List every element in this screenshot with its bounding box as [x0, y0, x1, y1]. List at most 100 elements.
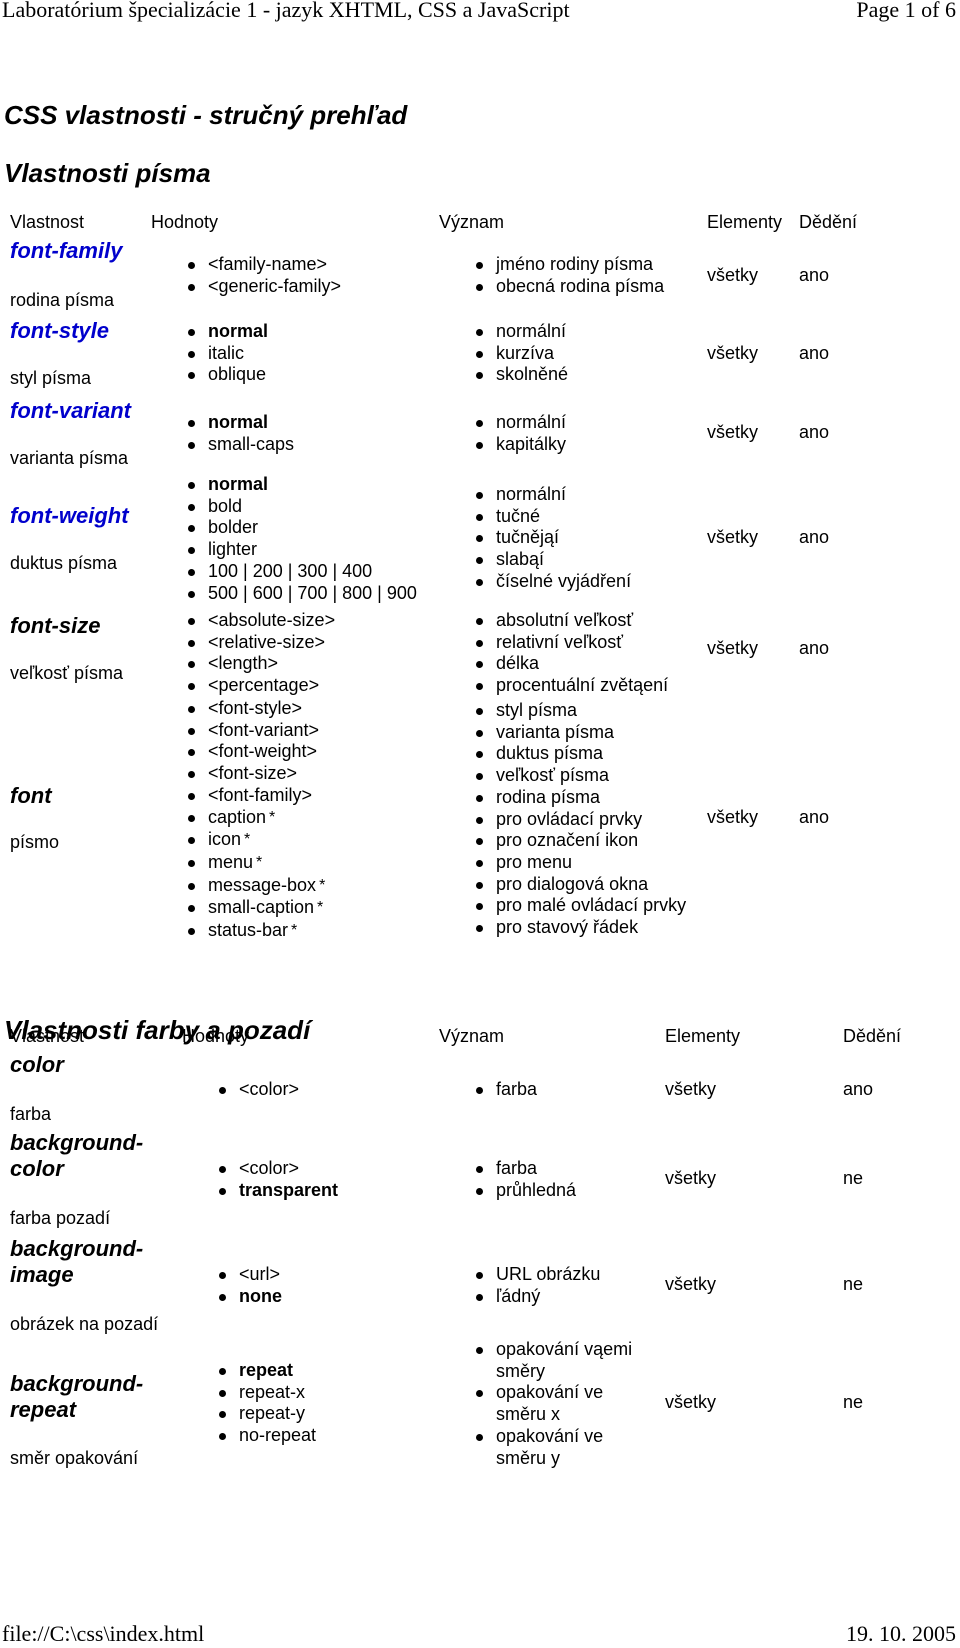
list-item: no-repeat: [213, 1425, 316, 1447]
inherit-value: ano: [799, 527, 830, 547]
inherit-value: ano: [843, 1079, 874, 1099]
property-link-font-variant[interactable]: font-variant: [10, 398, 131, 424]
print-footer: file://C:\css\index.html 19. 10. 2005: [2, 1622, 956, 1648]
list-item: <font-style>: [182, 698, 325, 720]
asterisk: *: [269, 808, 276, 826]
value-text: status-bar: [208, 920, 289, 941]
elements-value: všetky: [707, 638, 759, 658]
meanings-list: styl písma varianta písma duktus písma v…: [470, 700, 686, 939]
elements-value: všetky: [665, 1392, 717, 1412]
list-item: normální: [470, 412, 566, 434]
list-item: číselné vyjádření: [470, 571, 631, 593]
section-title-font: Vlastnosti písma: [4, 158, 211, 188]
list-item: repeat-y: [213, 1403, 316, 1425]
values-list: <family-name> <generic-family>: [182, 254, 341, 297]
property-line: color: [10, 1156, 64, 1181]
list-item: styl písma: [470, 700, 686, 722]
list-item: repeat: [213, 1360, 316, 1382]
inherit-value: ano: [799, 422, 830, 442]
list-item: relativní veľkosť: [470, 632, 668, 654]
asterisk: *: [319, 876, 326, 894]
property-background-color[interactable]: background- color: [10, 1130, 143, 1182]
column-header-meaning: Význam: [439, 1026, 505, 1046]
property-description: duktus písma: [10, 553, 118, 573]
asterisk: *: [256, 853, 263, 871]
list-item: <font-variant>: [182, 720, 325, 742]
list-item: pro stavový řádek: [470, 917, 686, 939]
list-item: jméno rodiny písma: [470, 254, 664, 276]
property-line: repeat: [10, 1397, 77, 1422]
list-item: kapitálky: [470, 434, 566, 456]
list-item: URL obrázku: [470, 1264, 600, 1286]
list-item: skolněné: [470, 364, 568, 386]
meanings-list: normální tučné tučnějąí slabąí číselné v…: [470, 484, 631, 593]
inherit-value: ano: [799, 638, 830, 658]
values-list: normal small-caps: [182, 412, 294, 455]
meanings-list: farba průhledná: [470, 1158, 576, 1201]
property-link-font-family[interactable]: font-family: [10, 238, 122, 264]
list-item: <color>: [213, 1158, 338, 1180]
values-list: normal italic oblique: [182, 321, 268, 386]
document-title: Laboratórium špecializácie 1 - jazyk XHT…: [2, 0, 570, 22]
list-item: opakování vąemi směry: [470, 1339, 632, 1382]
list-item: status-bar *: [182, 920, 325, 943]
list-item: oblique: [182, 364, 268, 386]
list-item: <percentage>: [182, 675, 335, 697]
list-item: tučné: [470, 506, 631, 528]
file-url: file://C:\css\index.html: [2, 1621, 205, 1646]
property-line: background-: [10, 1236, 144, 1261]
list-item: <font-family>: [182, 785, 325, 807]
list-item: icon *: [182, 829, 325, 852]
list-item: normální: [470, 321, 568, 343]
property-line: image: [10, 1262, 74, 1287]
elements-value: všetky: [707, 527, 759, 547]
default-value: none: [239, 1285, 282, 1306]
property-font-size[interactable]: font-size: [10, 613, 100, 639]
column-header-values: Hodnoty: [151, 212, 219, 232]
list-item: ľádný: [470, 1286, 600, 1308]
property-line: background-: [10, 1371, 144, 1396]
inherit-value: ano: [799, 807, 830, 827]
values-list: normal bold bolder lighter 100 | 200 | 3…: [182, 474, 417, 604]
list-item: průhledná: [470, 1180, 576, 1202]
property-link-font-weight[interactable]: font-weight: [10, 503, 129, 529]
asterisk: *: [244, 831, 251, 849]
list-item: pro malé ovládací prvky: [470, 895, 686, 917]
asterisk: *: [317, 899, 324, 917]
column-header-property: Vlastnost: [10, 212, 85, 232]
property-description: varianta písma: [10, 448, 129, 468]
list-item: <absolute-size>: [182, 610, 335, 632]
inherit-value: ne: [843, 1168, 864, 1188]
default-value: normal: [208, 321, 269, 341]
property-background-repeat[interactable]: background- repeat: [10, 1371, 143, 1423]
list-item: opakování ve směru x: [470, 1382, 632, 1425]
meanings-list: absolutní veľkosť relativní veľkosť délk…: [470, 610, 668, 697]
list-item: lighter: [182, 539, 417, 561]
inherit-value: ano: [799, 265, 830, 285]
page-number: Page 1 of 6: [856, 0, 956, 22]
print-date: 19. 10. 2005: [846, 1621, 956, 1646]
meaning-line: směru x: [496, 1404, 561, 1425]
elements-value: všetky: [665, 1168, 717, 1188]
property-link-font-style[interactable]: font-style: [10, 318, 109, 344]
property-font[interactable]: font: [10, 783, 52, 809]
property-line: background-: [10, 1130, 144, 1155]
list-item: bold: [182, 496, 417, 518]
values-list: <url> none: [213, 1264, 282, 1307]
list-item: pro dialogová okna: [470, 874, 686, 896]
column-header-values: Hodnoty: [182, 1026, 250, 1046]
list-item: farba: [470, 1158, 576, 1180]
property-color[interactable]: color: [10, 1052, 64, 1078]
elements-value: všetky: [707, 343, 759, 363]
list-item: duktus písma: [470, 743, 686, 765]
meanings-list: farba: [470, 1079, 537, 1101]
list-item: none: [213, 1286, 282, 1308]
list-item: <url>: [213, 1264, 282, 1286]
list-item: 500 | 600 | 700 | 800 | 900: [182, 583, 417, 605]
property-description: rodina písma: [10, 290, 115, 310]
values-list: <color> transparent: [213, 1158, 338, 1201]
inherit-value: ne: [843, 1392, 864, 1412]
value-text: caption: [208, 806, 267, 827]
list-item: <color>: [213, 1079, 299, 1101]
property-background-image[interactable]: background- image: [10, 1236, 143, 1288]
